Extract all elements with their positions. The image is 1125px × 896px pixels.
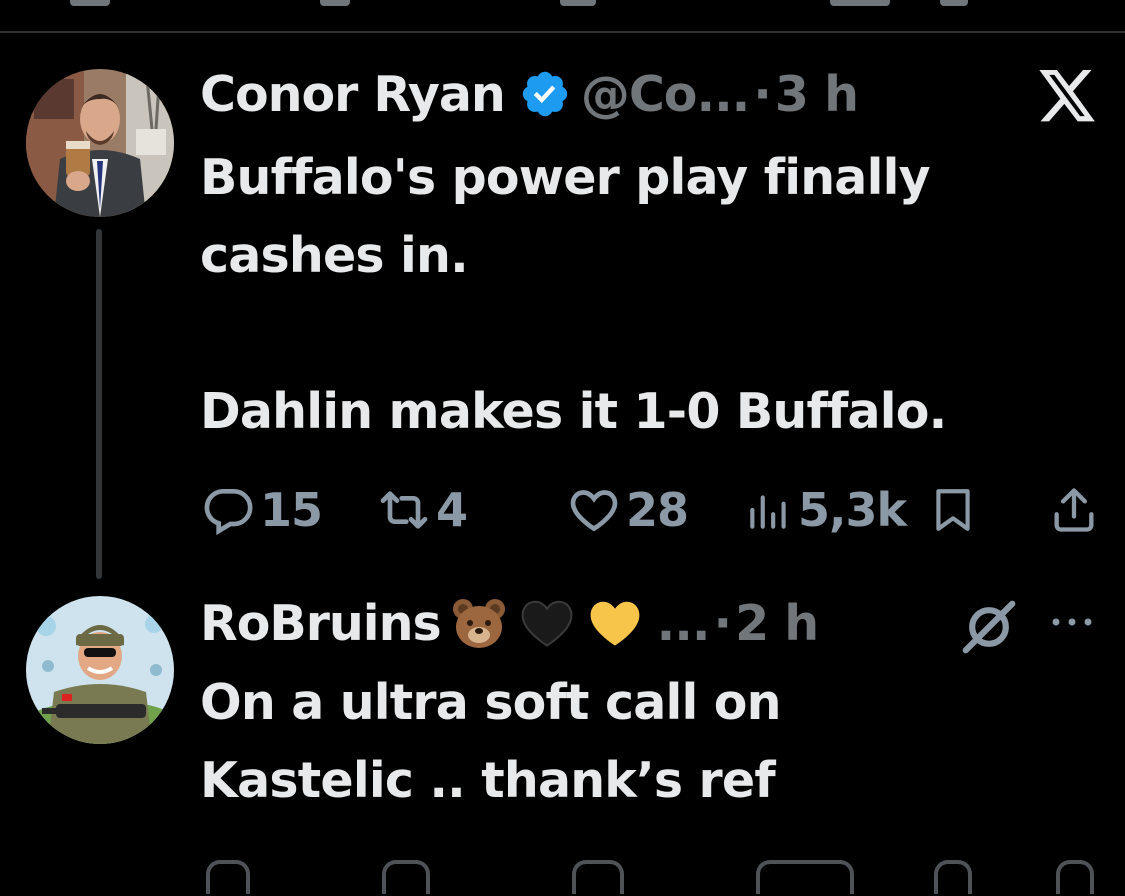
avatar-robruins[interactable] xyxy=(26,596,174,744)
repost-count: 4 xyxy=(436,483,468,537)
grok-icon[interactable] xyxy=(958,596,1020,658)
share-button[interactable] xyxy=(1048,480,1100,540)
tweet-text: Buffalo's power play finally cashes in. … xyxy=(200,149,947,440)
timestamp[interactable]: 2 h xyxy=(735,595,819,652)
views-icon xyxy=(750,495,786,529)
reply-header: RoBruins ... · 2 h xyxy=(200,593,819,653)
like-button[interactable] xyxy=(572,860,624,894)
share-icon xyxy=(1054,488,1094,532)
bookmark-button[interactable] xyxy=(928,480,978,540)
repost-button[interactable] xyxy=(382,860,430,894)
timestamp[interactable]: 3 h xyxy=(775,66,859,123)
views-button[interactable]: 5,3k xyxy=(744,480,907,540)
like-icon xyxy=(570,490,618,532)
name-truncation: ... xyxy=(656,594,711,652)
separator-dot: · xyxy=(753,65,772,123)
verified-badge-icon xyxy=(519,68,571,120)
reply-icon xyxy=(204,489,253,536)
repost-button[interactable]: 4 xyxy=(376,480,468,540)
author-name[interactable]: RoBruins xyxy=(200,595,442,652)
bear-emoji xyxy=(449,593,509,653)
reply-button[interactable] xyxy=(206,860,250,894)
yellow-heart-emoji xyxy=(585,593,645,653)
author-handle[interactable]: @Co... xyxy=(581,66,750,123)
bookmark-button[interactable] xyxy=(934,860,972,894)
tweet-header: Conor Ryan @Co... · 3 h xyxy=(200,64,859,124)
like-count: 28 xyxy=(626,483,689,537)
repost-icon xyxy=(380,491,428,529)
more-options-icon[interactable] xyxy=(1046,610,1098,634)
views-button[interactable] xyxy=(756,860,854,894)
reply-button[interactable]: 15 xyxy=(200,480,323,540)
share-button[interactable] xyxy=(1056,860,1094,894)
like-button[interactable]: 28 xyxy=(566,480,689,540)
x-logo-icon[interactable] xyxy=(1036,70,1098,124)
black-heart-emoji xyxy=(517,593,577,653)
reply-text: On a ultra soft call on Kastelic .. than… xyxy=(200,674,781,809)
previous-tweet-remnant xyxy=(0,0,1125,10)
avatar-conor-ryan[interactable] xyxy=(26,69,174,217)
divider xyxy=(0,31,1125,33)
bookmark-icon xyxy=(936,489,970,531)
reply-actions-cut-off xyxy=(196,856,1106,896)
tweet-actions: 15 4 28 5,3k xyxy=(196,480,1106,540)
separator-dot: · xyxy=(713,594,732,652)
thread-connector xyxy=(96,229,102,579)
views-count: 5,3k xyxy=(798,483,907,537)
reply-count: 15 xyxy=(260,483,323,537)
author-name[interactable]: Conor Ryan xyxy=(200,66,506,123)
